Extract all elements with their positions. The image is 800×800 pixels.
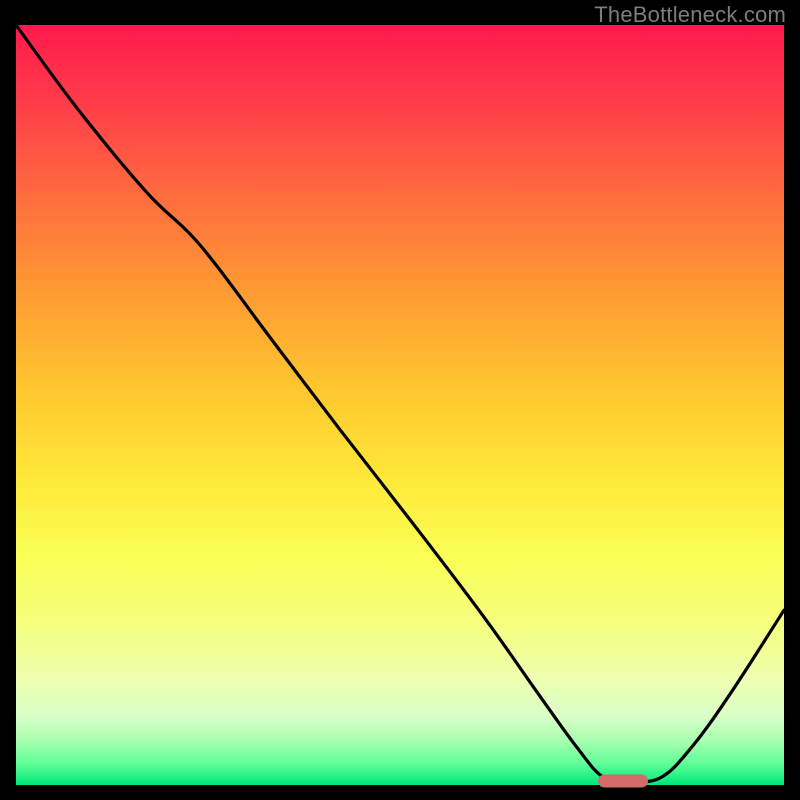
bottleneck-curve [16, 25, 784, 785]
optimal-range-marker [598, 775, 648, 788]
chart-frame: TheBottleneck.com [0, 0, 800, 800]
plot-area [16, 25, 784, 785]
